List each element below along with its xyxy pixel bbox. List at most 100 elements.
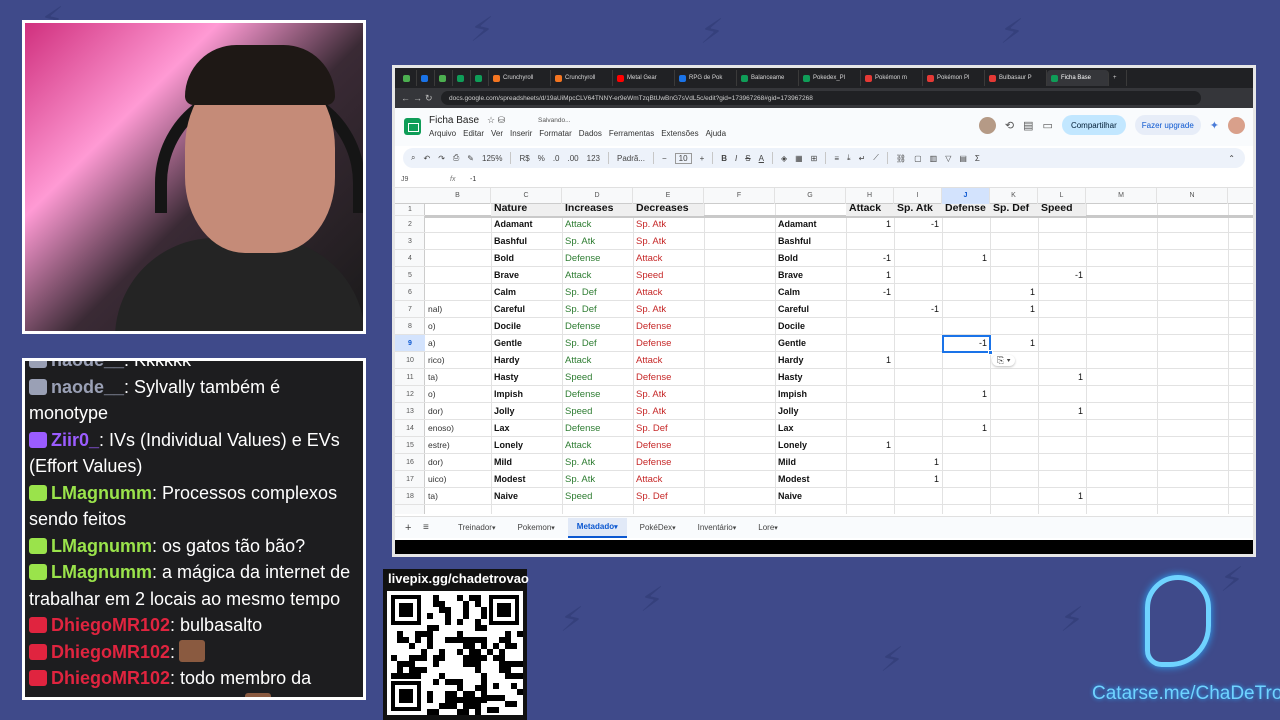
browser-tab[interactable]: RPG de Pok	[675, 70, 737, 86]
chat-username[interactable]: DhiegoMR102	[51, 668, 170, 688]
browser-tab[interactable]	[471, 70, 489, 86]
paste-options-icon[interactable]: ⎘ ▾	[992, 355, 1016, 366]
reload-icon[interactable]: ↻	[425, 93, 437, 104]
undo-icon[interactable]: ↶	[423, 154, 430, 163]
cell-grid[interactable]: Nature Increases Decreases Attack Sp. Atk Def…	[425, 204, 1253, 514]
strikethrough-icon[interactable]: S	[745, 154, 750, 163]
row-header[interactable]: 9	[395, 335, 425, 352]
meet-icon[interactable]: ▭	[1043, 119, 1053, 132]
fill-color-icon[interactable]: ◈	[781, 154, 787, 163]
browser-tab[interactable]: Metal Gear	[613, 70, 675, 86]
filter-views-icon[interactable]: ▤	[959, 154, 967, 163]
gemini-icon[interactable]: ✦	[1210, 119, 1219, 132]
row-header[interactable]: 18	[395, 488, 425, 505]
share-button[interactable]: Compartilhar	[1061, 115, 1126, 135]
align-icon[interactable]: ≡	[834, 154, 839, 163]
bold-icon[interactable]: B	[721, 154, 727, 163]
chat-username[interactable]: LMagnumm	[51, 536, 152, 556]
sheet-tab[interactable]: Pokemon ▾	[508, 518, 563, 538]
row-header[interactable]: 12	[395, 386, 425, 403]
add-sheet-icon[interactable]: +	[405, 522, 411, 534]
chat-username[interactable]: LMagnumm	[51, 562, 152, 582]
column-header[interactable]: K	[990, 188, 1038, 204]
browser-tab[interactable]: Pokémon m	[861, 70, 923, 86]
forward-icon[interactable]: →	[413, 93, 425, 103]
browser-tab[interactable]	[453, 70, 471, 86]
column-header[interactable]: J	[942, 188, 990, 204]
row-header[interactable]: 11	[395, 369, 425, 386]
column-header[interactable]: L	[1038, 188, 1086, 204]
browser-tab[interactable]: Ficha Base	[1047, 70, 1109, 86]
redo-icon[interactable]: ↷	[438, 154, 445, 163]
chart-icon[interactable]: ▥	[930, 154, 938, 163]
browser-tab[interactable]: Pokémon Pl	[923, 70, 985, 86]
back-icon[interactable]: ←	[401, 93, 413, 103]
menu-item[interactable]: Ajuda	[706, 129, 726, 138]
menu-item[interactable]: Arquivo	[429, 129, 456, 138]
upgrade-button[interactable]: Fazer upgrade	[1134, 115, 1201, 135]
browser-tab[interactable]	[417, 70, 435, 86]
all-sheets-icon[interactable]: ≡	[423, 522, 429, 533]
name-box[interactable]: J9	[395, 176, 450, 183]
row-header[interactable]: 3	[395, 233, 425, 250]
column-header[interactable]: E	[633, 188, 704, 204]
browser-tab[interactable]: Crunchyroll	[551, 70, 613, 86]
merge-icon[interactable]: ⊞	[811, 154, 818, 163]
comment-add-icon[interactable]: ▢	[914, 154, 922, 163]
print-icon[interactable]: ⎙	[453, 153, 459, 163]
sheet-tab[interactable]: Metadado ▾	[567, 517, 627, 538]
chat-username[interactable]: LMagnumm	[51, 483, 152, 503]
column-header[interactable]: F	[704, 188, 775, 204]
browser-tab[interactable]	[435, 70, 453, 86]
borders-icon[interactable]: ▦	[795, 154, 803, 163]
currency-button[interactable]: R$	[519, 154, 529, 163]
formula-input[interactable]: -1	[470, 176, 476, 183]
menu-item[interactable]: Editar	[463, 129, 484, 138]
row-header[interactable]: 4	[395, 250, 425, 267]
browser-tab[interactable]	[399, 70, 417, 86]
column-header[interactable]: G	[775, 188, 846, 204]
wrap-icon[interactable]: ↵	[859, 154, 866, 163]
row-header[interactable]: 2	[395, 216, 425, 233]
row-header[interactable]: 15	[395, 437, 425, 454]
account-avatar[interactable]	[1228, 116, 1245, 134]
font-size-increase-icon[interactable]: +	[700, 154, 705, 163]
sheet-tab[interactable]: Lore ▾	[749, 518, 787, 538]
collapse-toolbar-icon[interactable]: ⌃	[1228, 154, 1235, 163]
comment-icon[interactable]: ▤	[1023, 119, 1033, 132]
collaborator-avatar[interactable]	[978, 116, 996, 134]
increase-decimal-button[interactable]: .00	[568, 154, 579, 163]
browser-tab[interactable]: Balanceame	[737, 70, 799, 86]
row-header[interactable]: 17	[395, 471, 425, 488]
text-color-icon[interactable]: A	[759, 154, 764, 163]
fill-handle[interactable]	[988, 350, 993, 355]
valign-icon[interactable]: ⤓	[847, 153, 851, 163]
sheets-logo-icon[interactable]	[404, 118, 421, 135]
column-header[interactable]: C	[491, 188, 562, 204]
doc-title[interactable]: Ficha Base	[429, 115, 479, 126]
row-header[interactable]: 8	[395, 318, 425, 335]
column-header[interactable]: M	[1086, 188, 1157, 204]
chat-username[interactable]: Ziir0_	[51, 430, 99, 450]
menu-item[interactable]: Inserir	[510, 129, 532, 138]
row-header[interactable]: 14	[395, 420, 425, 437]
chat-username[interactable]: DhiegoMR102	[51, 615, 170, 635]
menu-item[interactable]: Extensões	[661, 129, 698, 138]
row-header[interactable]: 7	[395, 301, 425, 318]
filter-icon[interactable]: ▽	[945, 154, 951, 163]
sheet-tab[interactable]: PokéDex ▾	[631, 518, 685, 538]
menu-item[interactable]: Formatar	[539, 129, 571, 138]
column-header[interactable]: N	[1157, 188, 1228, 204]
column-header[interactable]: D	[562, 188, 633, 204]
browser-tab[interactable]: Crunchyroll	[489, 70, 551, 86]
search-icon[interactable]: ⌕	[411, 153, 415, 163]
font-size-decrease-icon[interactable]: −	[662, 154, 667, 163]
row-header[interactable]: 16	[395, 454, 425, 471]
menu-item[interactable]: Ferramentas	[609, 129, 654, 138]
browser-tab[interactable]: Pokedex_Pl	[799, 70, 861, 86]
row-header[interactable]: 13	[395, 403, 425, 420]
row-header[interactable]: 1	[395, 204, 425, 216]
rotate-icon[interactable]: ⟋	[873, 153, 879, 163]
star-icon[interactable]: ☆ ⛁	[487, 115, 505, 126]
italic-icon[interactable]: I	[735, 154, 737, 163]
